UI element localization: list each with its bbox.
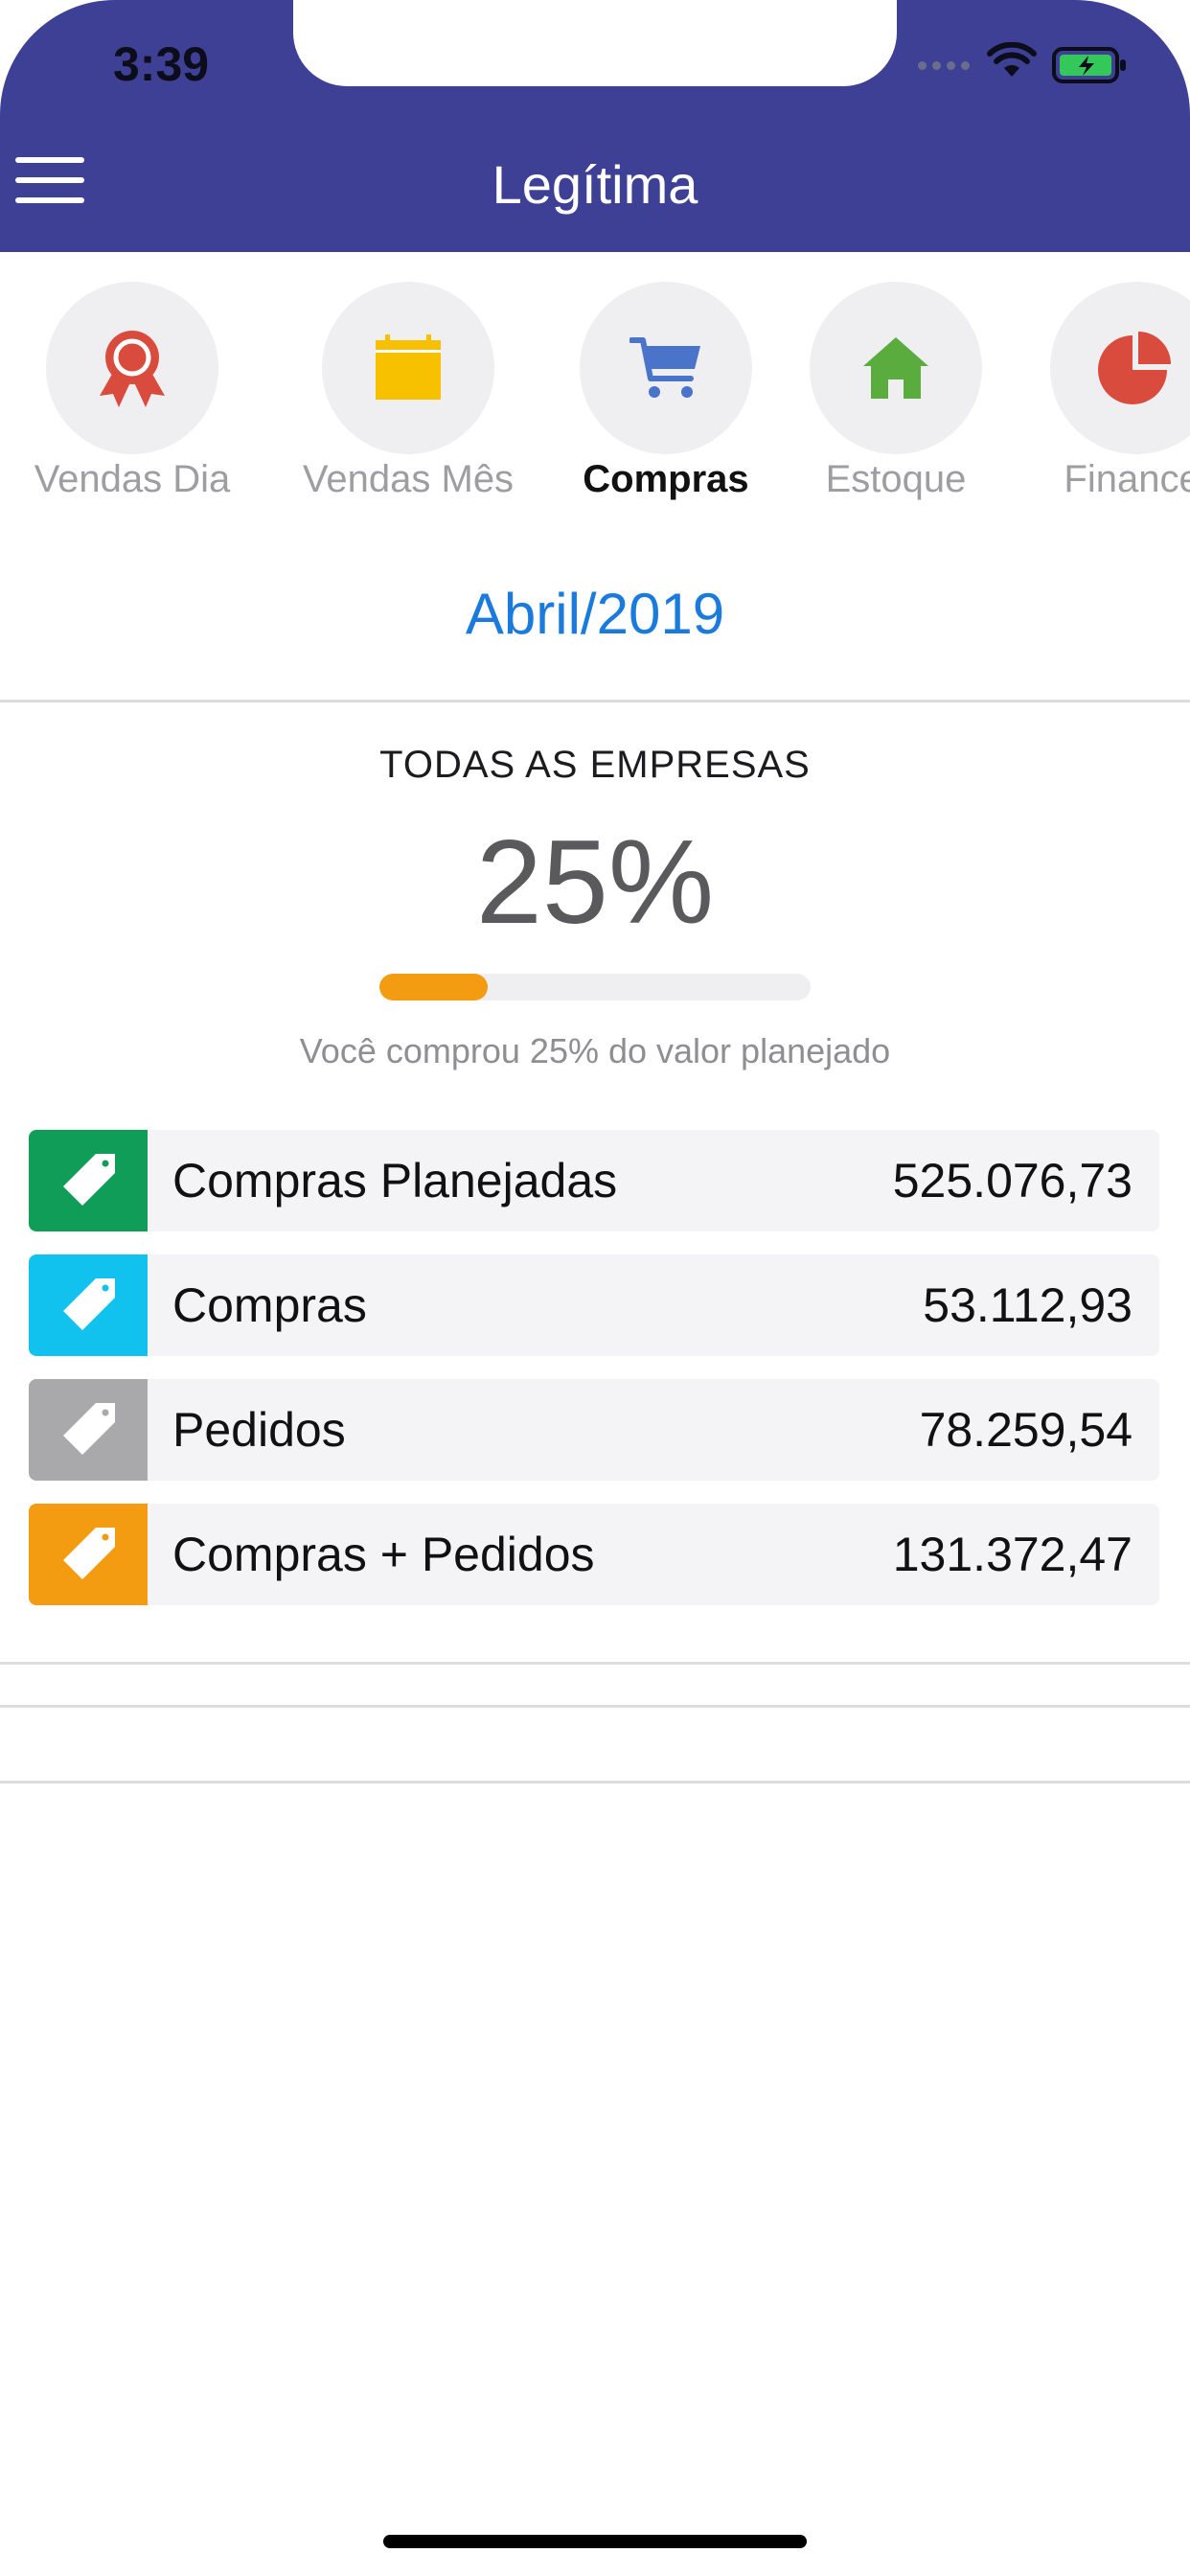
cellular-signal-icon — [918, 61, 970, 70]
tag-box — [29, 1379, 148, 1481]
row-value: 525.076,73 — [892, 1154, 1133, 1208]
tag-icon — [63, 1528, 115, 1579]
company-label: TODAS AS EMPRESAS — [379, 744, 811, 786]
category-financeiro[interactable]: Financei — [983, 282, 1190, 501]
tag-icon — [63, 1403, 115, 1455]
row-label: Compras — [172, 1278, 367, 1332]
home-indicator — [383, 2535, 807, 2548]
battery-icon — [1052, 47, 1126, 83]
divider — [0, 1662, 1190, 1665]
tag-box — [29, 1254, 148, 1356]
progress-caption: Você comprou 25% do valor planejado — [299, 1031, 891, 1070]
tag-icon — [63, 1154, 115, 1206]
app-header: 3:39 Legítima — [0, 0, 1190, 252]
row-value: 78.259,54 — [919, 1403, 1133, 1457]
row-value: 53.112,93 — [923, 1278, 1133, 1332]
wifi-icon — [987, 42, 1037, 77]
house-icon — [863, 337, 928, 399]
tag-box — [29, 1130, 148, 1231]
progress-bar — [379, 974, 811, 1000]
status-time: 3:39 — [113, 37, 210, 91]
shopping-cart-icon — [629, 337, 700, 398]
row-value: 131.372,47 — [892, 1528, 1133, 1581]
progress-fill — [379, 974, 488, 1000]
divider — [0, 1781, 1190, 1783]
page-title: Legítima — [492, 154, 698, 215]
divider — [0, 700, 1190, 702]
row-label: Pedidos — [172, 1403, 346, 1457]
row-compras: Compras 53.112,93 — [29, 1254, 1159, 1356]
award-ribbon-icon — [100, 331, 165, 407]
row-label: Compras Planejadas — [172, 1154, 618, 1208]
calendar-icon — [376, 334, 441, 400]
category-label: Financei — [1064, 458, 1190, 500]
tag-box — [29, 1504, 148, 1605]
device-notch — [293, 0, 897, 86]
row-compras-pedidos: Compras + Pedidos 131.372,47 — [29, 1504, 1159, 1605]
period-selector[interactable]: Abril/2019 — [0, 581, 1190, 647]
row-compras-planejadas: Compras Planejadas 525.076,73 — [29, 1130, 1159, 1231]
category-label: Vendas Dia — [34, 458, 231, 500]
tag-icon — [63, 1278, 115, 1330]
percent-value: 25% — [475, 816, 715, 949]
pie-chart-icon — [1098, 332, 1171, 404]
row-label: Compras + Pedidos — [172, 1528, 595, 1581]
row-pedidos: Pedidos 78.259,54 — [29, 1379, 1159, 1481]
category-vendas-dia[interactable]: Vendas Dia — [0, 282, 286, 501]
divider — [0, 1705, 1190, 1708]
